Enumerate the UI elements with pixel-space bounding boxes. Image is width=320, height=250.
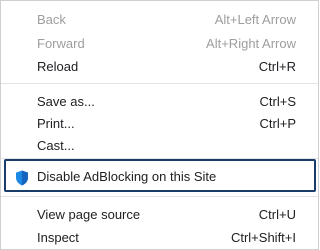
menu-item-shortcut: Alt+Right Arrow [206, 35, 296, 51]
menu-item-reload[interactable]: Reload Ctrl+R [1, 55, 318, 77]
menu-separator [1, 196, 318, 197]
context-menu: Back Alt+Left Arrow Forward Alt+Right Ar… [0, 0, 319, 250]
menu-item-print[interactable]: Print... Ctrl+P [1, 112, 318, 134]
menu-item-save-as[interactable]: Save as... Ctrl+S [1, 90, 318, 112]
menu-item-cast[interactable]: Cast... [1, 134, 318, 156]
menu-item-label: Cast... [37, 137, 75, 153]
menu-item-shortcut: Ctrl+P [259, 115, 296, 131]
menu-item-inspect[interactable]: Inspect Ctrl+Shift+I [1, 226, 318, 248]
menu-item-label: Disable AdBlocking on this Site [37, 169, 217, 184]
menu-separator [1, 83, 318, 84]
menu-item-label: Save as... [37, 93, 95, 109]
menu-item-back[interactable]: Back Alt+Left Arrow [1, 8, 318, 30]
menu-item-label: View page source [37, 206, 141, 222]
menu-item-shortcut: Ctrl+Shift+I [230, 229, 296, 245]
menu-item-view-page-source[interactable]: View page source Ctrl+U [1, 203, 318, 225]
menu-item-shortcut: Ctrl+S [259, 93, 296, 109]
menu-item-label: Reload [37, 58, 79, 74]
menu-item-shortcut: Ctrl+R [258, 58, 296, 74]
menu-item-shortcut: Ctrl+U [258, 206, 296, 222]
menu-item-label: Print... [37, 115, 75, 131]
menu-item-label: Back [37, 11, 66, 27]
shield-icon [15, 170, 29, 186]
menu-item-disable-adblocking[interactable]: Disable AdBlocking on this Site [4, 159, 316, 192]
menu-item-shortcut: Alt+Left Arrow [214, 11, 296, 27]
menu-item-label: Inspect [37, 229, 79, 245]
menu-item-forward[interactable]: Forward Alt+Right Arrow [1, 32, 318, 54]
menu-item-label: Forward [37, 35, 85, 51]
